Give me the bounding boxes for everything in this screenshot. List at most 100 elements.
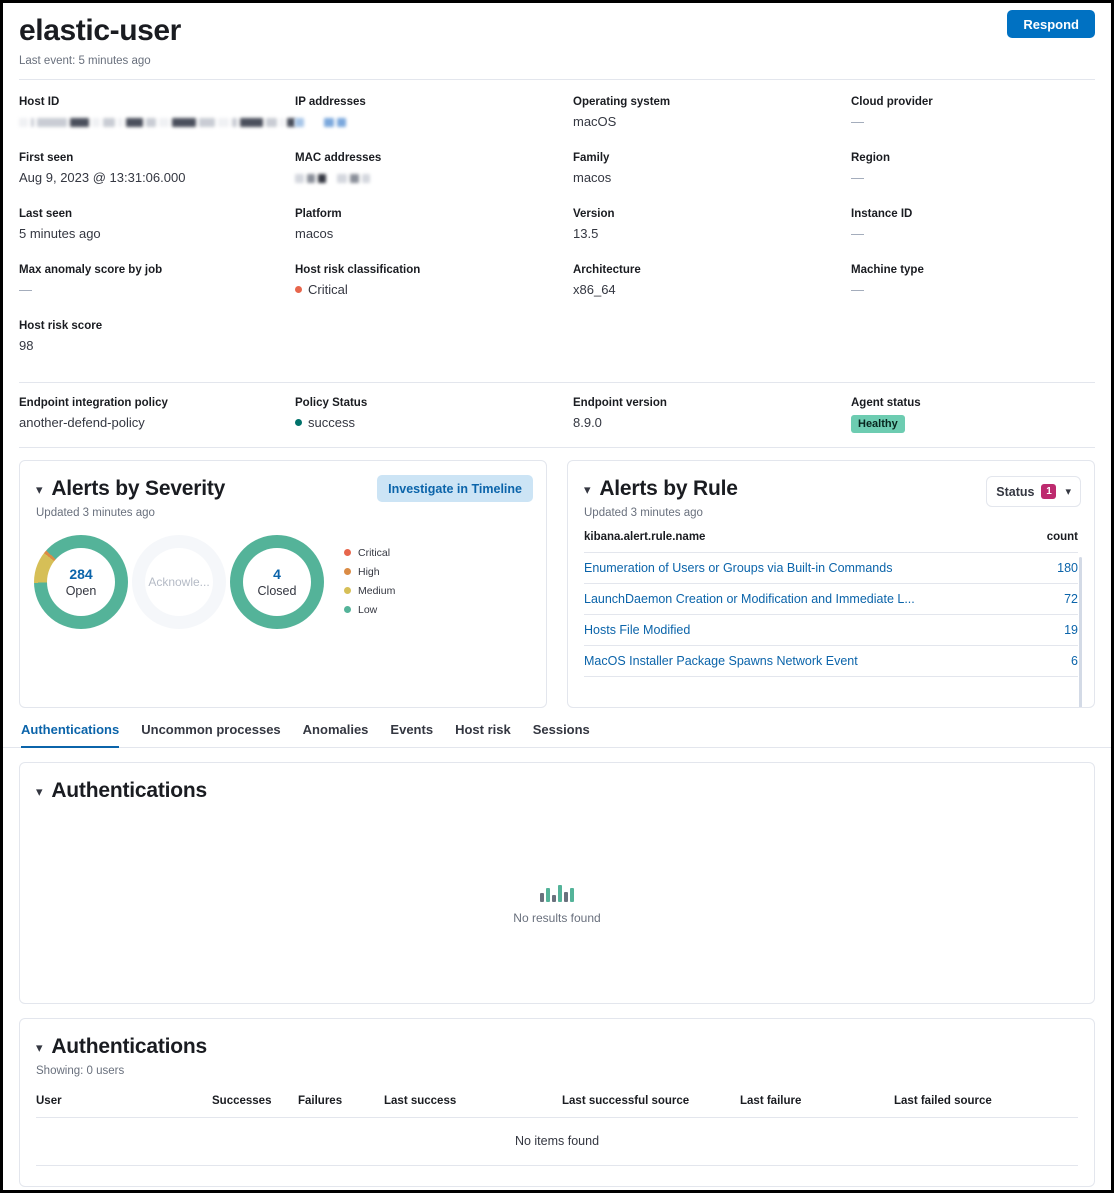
tab-sessions[interactable]: Sessions <box>533 722 590 748</box>
auth-column-header: Last success <box>384 1095 562 1107</box>
metadata-item: Policy Statussuccess <box>295 395 573 432</box>
rule-table: kibana.alert.rule.name count Enumeration… <box>568 519 1094 677</box>
legend-item[interactable]: Critical <box>344 547 395 559</box>
metadata-label: Endpoint integration policy <box>19 395 295 411</box>
metadata-value: macOS <box>573 113 851 131</box>
donut-count: 4 <box>273 566 281 583</box>
status-filter-dropdown[interactable]: Status 1 ▾ <box>986 476 1081 507</box>
rule-updated-text: Updated 3 minutes ago <box>584 507 1078 519</box>
metadata-label: Region <box>851 150 1111 166</box>
metadata-label: Host risk score <box>19 318 295 334</box>
rule-count-value: 6 <box>1071 654 1078 668</box>
critical-dot-icon <box>295 286 302 293</box>
metadata-item: Cloud provider— <box>851 94 1111 131</box>
auth-table-showing: Showing: 0 users <box>20 1059 1094 1077</box>
metadata-value: 5 minutes ago <box>19 225 295 243</box>
metadata-item: Platformmacos <box>295 206 573 243</box>
tab-uncommon-processes[interactable]: Uncommon processes <box>141 722 280 748</box>
auth-column-header: Successes <box>212 1095 298 1107</box>
redacted-ip-value <box>295 113 573 131</box>
metadata-value-with-dot: success <box>295 414 573 432</box>
metadata-value: — <box>851 169 1111 187</box>
metadata-value: Aug 9, 2023 @ 13:31:06.000 <box>19 169 295 187</box>
last-event-text: Last event: 5 minutes ago <box>19 55 1095 67</box>
legend-item[interactable]: High <box>344 566 395 578</box>
tab-events[interactable]: Events <box>390 722 433 748</box>
metadata-column-2: IP addresses MAC addresses Platformmacos Ho… <box>295 94 573 374</box>
respond-button[interactable]: Respond <box>1007 10 1095 38</box>
chevron-down-icon[interactable]: ▾ <box>36 785 42 798</box>
donut-closed[interactable]: 4Closed <box>230 535 324 629</box>
metadata-value: macos <box>573 169 851 187</box>
metadata-value: — <box>851 281 1111 299</box>
chevron-down-icon[interactable]: ▾ <box>36 1041 42 1054</box>
rule-name-link[interactable]: LaunchDaemon Creation or Modification an… <box>584 592 915 606</box>
tab-authentications[interactable]: Authentications <box>21 722 119 748</box>
authentications-table-card: ▾ Authentications Showing: 0 users UserS… <box>19 1018 1095 1187</box>
rule-name-link[interactable]: MacOS Installer Package Spawns Network E… <box>584 654 858 668</box>
page-header: elastic-user Last event: 5 minutes ago R… <box>3 3 1111 79</box>
metadata-item: Machine type— <box>851 262 1111 299</box>
legend-dot-icon <box>344 549 351 556</box>
donut-open[interactable]: 284Open <box>34 535 128 629</box>
donut-label: Open <box>66 583 97 599</box>
table-row: LaunchDaemon Creation or Modification an… <box>584 584 1078 615</box>
auth-table-empty-text: No items found <box>36 1118 1078 1166</box>
metadata-value: x86_64 <box>573 281 851 299</box>
severity-title-text: Alerts by Severity <box>51 477 225 501</box>
metadata-label: Max anomaly score by job <box>19 262 295 278</box>
bar-chart-icon <box>540 882 574 902</box>
metadata-value: 98 <box>19 337 295 355</box>
metadata-item: MAC addresses <box>295 150 573 187</box>
chevron-down-icon[interactable]: ▾ <box>584 483 590 496</box>
donut-acknowle[interactable]: Acknowle... <box>132 535 226 629</box>
endpoint-column: Agent status Healthy <box>851 395 1111 433</box>
metadata-item: Endpoint integration policyanother-defen… <box>19 395 295 432</box>
metadata-label: Platform <box>295 206 573 222</box>
donut-center: Acknowle... <box>145 548 213 616</box>
metadata-item: Endpoint version8.9.0 <box>573 395 851 432</box>
metadata-label: First seen <box>19 150 295 166</box>
metadata-label: Version <box>573 206 851 222</box>
auth-column-header: User <box>36 1095 212 1107</box>
rule-col-count: count <box>1047 531 1078 543</box>
rule-name-link[interactable]: Hosts File Modified <box>584 623 690 637</box>
endpoint-column: Endpoint integration policyanother-defen… <box>19 395 295 433</box>
auth-table: UserSuccessesFailuresLast successLast su… <box>20 1077 1094 1186</box>
metadata-label: IP addresses <box>295 94 573 110</box>
status-badge: Healthy <box>851 415 905 433</box>
donut-label: Acknowle... <box>148 574 209 590</box>
tab-anomalies[interactable]: Anomalies <box>303 722 369 748</box>
tab-host-risk[interactable]: Host risk <box>455 722 511 748</box>
auth-table-title-text: Authentications <box>51 1035 207 1059</box>
auth-chart-title: ▾ Authentications <box>20 763 1094 803</box>
metadata-label: Family <box>573 150 851 166</box>
investigate-in-timeline-button[interactable]: Investigate in Timeline <box>377 475 533 502</box>
host-tabs: Authentications Uncommon processes Anomali… <box>3 708 1111 748</box>
status-filter-label: Status <box>996 485 1034 499</box>
chevron-down-icon[interactable]: ▾ <box>36 483 42 496</box>
metadata-label: Host risk classification <box>295 262 573 278</box>
legend-item[interactable]: Low <box>344 604 395 616</box>
rule-table-scrollbar[interactable] <box>1079 557 1082 708</box>
metadata-label: Endpoint version <box>573 395 851 411</box>
legend-label: Critical <box>358 547 390 559</box>
legend-dot-icon <box>344 606 351 613</box>
metadata-value: — <box>851 225 1111 243</box>
rule-table-header: kibana.alert.rule.name count <box>584 531 1078 553</box>
page-title: elastic-user <box>19 13 1095 49</box>
metadata-item: Architecturex86_64 <box>573 262 851 299</box>
donut-center: 284Open <box>47 548 115 616</box>
rule-name-link[interactable]: Enumeration of Users or Groups via Built… <box>584 561 892 575</box>
metadata-item: Host risk score 98 <box>19 318 295 355</box>
summary-panels: ▾ Alerts by Severity Updated 3 minutes a… <box>3 448 1111 708</box>
table-row: Hosts File Modified19 <box>584 615 1078 646</box>
redacted-hostid-value <box>19 113 295 131</box>
auth-column-header: Last failure <box>740 1095 894 1107</box>
legend-item[interactable]: Medium <box>344 585 395 597</box>
metadata-column-1: Host IDFirst seenAug 9, 2023 @ 13:31:06.… <box>19 94 295 374</box>
authentications-chart-card: ▾ Authentications No results found <box>19 762 1095 1004</box>
auth-column-header: Last successful source <box>562 1095 740 1107</box>
metadata-label: Agent status <box>851 395 1111 411</box>
rule-col-name: kibana.alert.rule.name <box>584 531 705 543</box>
